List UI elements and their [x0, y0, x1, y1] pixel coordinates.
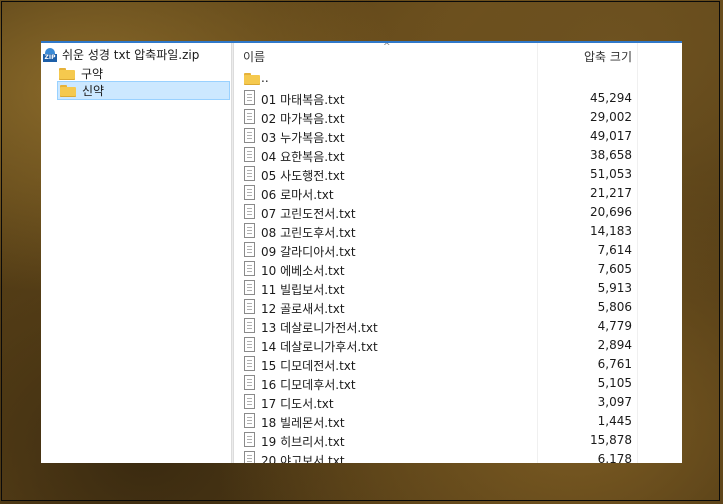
file-compressed-size: 6,761 [597, 357, 632, 371]
file-name: 14 데살로니가후서.txt [261, 340, 378, 354]
folder-icon [59, 67, 75, 80]
list-item[interactable]: 04 요한복음.txt 38,658 [237, 146, 682, 165]
list-item[interactable]: 14 데살로니가후서.txt 2,894 [237, 336, 682, 355]
file-name: 18 빌레몬서.txt [261, 416, 345, 430]
file-list: ^ 이름 압축 크기 .. 01 마태복음.txt 45,294 02 마가복음.t… [237, 43, 682, 463]
tree-item-label: 쉬운 성경 txt 압축파일.zip [62, 48, 200, 62]
file-name: 03 누가복음.txt [261, 131, 345, 145]
file-compressed-size: 6,178 [597, 452, 632, 463]
file-compressed-size: 49,017 [590, 129, 632, 143]
file-compressed-size: 2,894 [597, 338, 632, 352]
list-item[interactable]: 16 디모데후서.txt 5,105 [237, 374, 682, 393]
folder-icon [60, 84, 76, 97]
list-item[interactable]: 11 빌립보서.txt 5,913 [237, 279, 682, 298]
file-compressed-size: 3,097 [597, 395, 632, 409]
file-name: 01 마태복음.txt [261, 93, 345, 107]
file-name: 15 디모데전서.txt [261, 359, 356, 373]
list-item[interactable]: 20 야고보서.txt 6,178 [237, 450, 682, 463]
file-compressed-size: 5,806 [597, 300, 632, 314]
list-item[interactable]: 17 디도서.txt 3,097 [237, 393, 682, 412]
file-compressed-size: 7,605 [597, 262, 632, 276]
file-name: 02 마가복음.txt [261, 112, 345, 126]
file-name: 16 디모데후서.txt [261, 378, 356, 392]
list-item[interactable]: 08 고린도후서.txt 14,183 [237, 222, 682, 241]
tree-item-label: 구약 [81, 67, 104, 81]
file-name: 05 사도행전.txt [261, 169, 345, 183]
tree-item-new-testament[interactable]: 신약 [57, 81, 230, 100]
file-name: 11 빌립보서.txt [261, 283, 345, 297]
file-name: 09 갈라디아서.txt [261, 245, 356, 259]
zip-icon: ZIP [43, 47, 57, 62]
file-name: 08 고린도후서.txt [261, 226, 356, 240]
list-item[interactable]: 10 에베소서.txt 7,605 [237, 260, 682, 279]
file-compressed-size: 14,183 [590, 224, 632, 238]
list-item-parent-folder[interactable]: .. [237, 70, 682, 89]
file-compressed-size: 45,294 [590, 91, 632, 105]
file-compressed-size: 29,002 [590, 110, 632, 124]
list-item[interactable]: 18 빌레몬서.txt 1,445 [237, 412, 682, 431]
archive-window: ZIP 쉬운 성경 txt 압축파일.zip 구약 신약 ^ 이름 압축 크기 [41, 41, 682, 463]
tree-item-archive-root[interactable]: ZIP 쉬운 성경 txt 압축파일.zip [43, 45, 199, 64]
sort-ascending-icon: ^ [383, 43, 391, 52]
tree-item-label: 신약 [82, 84, 105, 98]
file-compressed-size: 4,779 [597, 319, 632, 333]
file-compressed-size: 20,696 [590, 205, 632, 219]
list-item[interactable]: 03 누가복음.txt 49,017 [237, 127, 682, 146]
file-name: 06 로마서.txt [261, 188, 334, 202]
file-compressed-size: 15,878 [590, 433, 632, 447]
column-header-compressed-size[interactable]: 압축 크기 [584, 48, 632, 65]
list-item[interactable]: 06 로마서.txt 21,217 [237, 184, 682, 203]
list-item[interactable]: 13 데살로니가전서.txt 4,779 [237, 317, 682, 336]
list-header: ^ 이름 압축 크기 [237, 43, 682, 67]
list-item[interactable]: 05 사도행전.txt 51,053 [237, 165, 682, 184]
list-item[interactable]: 02 마가복음.txt 29,002 [237, 108, 682, 127]
file-compressed-size: 38,658 [590, 148, 632, 162]
file-name: 07 고린도전서.txt [261, 207, 356, 221]
file-compressed-size: 21,217 [590, 186, 632, 200]
file-name: 10 에베소서.txt [261, 264, 345, 278]
list-item[interactable]: 12 골로새서.txt 5,806 [237, 298, 682, 317]
list-item[interactable]: 15 디모데전서.txt 6,761 [237, 355, 682, 374]
file-name: 19 히브리서.txt [261, 435, 345, 449]
file-compressed-size: 7,614 [597, 243, 632, 257]
file-compressed-size: 5,913 [597, 281, 632, 295]
file-rows: .. 01 마태복음.txt 45,294 02 마가복음.txt 29,002 03 … [237, 70, 682, 463]
list-item[interactable]: 01 마태복음.txt 45,294 [237, 89, 682, 108]
file-compressed-size: 1,445 [597, 414, 632, 428]
pane-splitter[interactable] [231, 43, 234, 463]
folder-tree: ZIP 쉬운 성경 txt 압축파일.zip 구약 신약 [41, 43, 231, 463]
file-compressed-size: 51,053 [590, 167, 632, 181]
column-header-name[interactable]: 이름 [243, 48, 265, 65]
file-compressed-size: 5,105 [597, 376, 632, 390]
list-item[interactable]: 07 고린도전서.txt 20,696 [237, 203, 682, 222]
file-name: 20 야고보서.txt [261, 454, 345, 463]
list-edge [668, 43, 682, 463]
file-name: 13 데살로니가전서.txt [261, 321, 378, 335]
file-name: 17 디도서.txt [261, 397, 334, 411]
file-name: 04 요한복음.txt [261, 150, 345, 164]
list-item[interactable]: 09 갈라디아서.txt 7,614 [237, 241, 682, 260]
file-name: .. [261, 71, 269, 85]
file-name: 12 골로새서.txt [261, 302, 345, 316]
list-item[interactable]: 19 히브리서.txt 15,878 [237, 431, 682, 450]
